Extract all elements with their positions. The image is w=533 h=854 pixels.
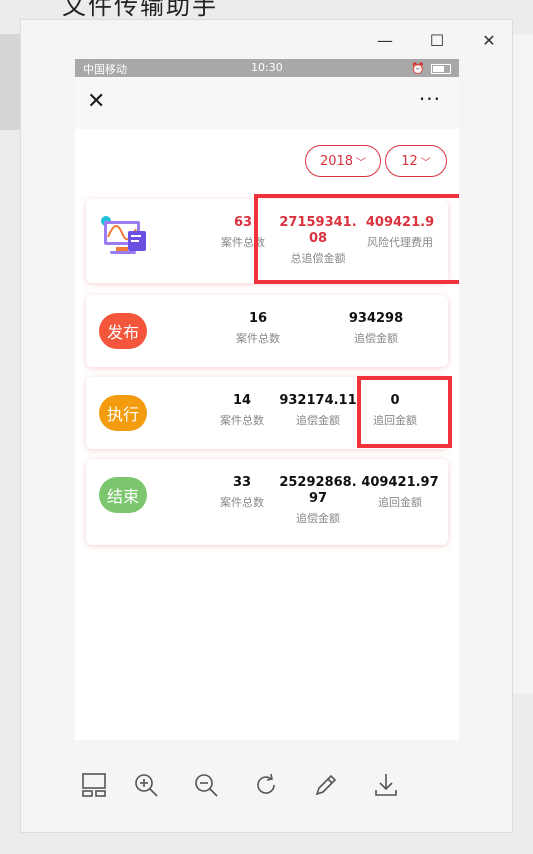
- finished-amount: 25292868.97 追偿金额: [278, 475, 358, 526]
- finished-badge: 结束: [99, 477, 147, 513]
- status-icons: ⏰: [411, 62, 451, 75]
- published-badge: 发布: [99, 313, 147, 349]
- finished-recovered-value: 409421.97: [361, 475, 439, 490]
- finished-amount-value: 25292868.97: [279, 475, 357, 506]
- finished-cases-label: 案件总数: [220, 496, 264, 509]
- executing-cases-value: 14: [232, 393, 252, 408]
- image-viewer-window: — ☐ ✕ 中国移动 10:30 ⏰ ✕ ··· 2018 ﹀ 12 ﹀ 63 …: [20, 19, 513, 833]
- nav-bar: ✕ ···: [75, 77, 459, 129]
- finished-cases: 33 案件总数: [216, 475, 268, 510]
- finished-cases-value: 33: [232, 475, 252, 490]
- executing-cases-label: 案件总数: [220, 414, 264, 427]
- edit-icon[interactable]: [311, 770, 341, 800]
- published-cases-value: 16: [248, 311, 268, 326]
- executing-amount-label: 追偿金额: [296, 414, 340, 427]
- background-window-title: 文件传输助手: [62, 0, 218, 20]
- background-sidebar: [0, 34, 20, 130]
- minimize-button[interactable]: —: [373, 28, 397, 52]
- close-button[interactable]: ✕: [477, 28, 501, 52]
- rotate-icon[interactable]: [251, 770, 281, 800]
- viewer-toolbar: [75, 760, 459, 810]
- published-amount: 934298 追偿金额: [340, 311, 412, 346]
- finished-amount-label: 追偿金额: [296, 512, 340, 525]
- chevron-down-icon: ﹀: [420, 157, 431, 169]
- finished-card[interactable]: 结束 33 案件总数 25292868.97 追偿金额 409421.97 追回…: [86, 459, 448, 545]
- month-select[interactable]: 12 ﹀: [385, 145, 447, 177]
- highlight-box-summary: [254, 194, 459, 284]
- close-icon[interactable]: ✕: [87, 89, 105, 114]
- published-cases: 16 案件总数: [226, 311, 290, 346]
- maximize-button[interactable]: ☐: [425, 28, 449, 52]
- month-value: 12: [401, 153, 418, 169]
- highlight-box-recovered: [357, 376, 452, 448]
- finished-recovered-label: 追回金额: [378, 496, 422, 509]
- year-select[interactable]: 2018 ﹀: [305, 145, 381, 177]
- zoom-in-icon[interactable]: [131, 770, 161, 800]
- alarm-icon: ⏰: [411, 62, 425, 75]
- status-bar: 中国移动 10:30 ⏰: [75, 59, 459, 77]
- monitor-chart-icon: [101, 216, 146, 254]
- chevron-down-icon: ﹀: [356, 157, 367, 169]
- layout-icon[interactable]: [79, 770, 109, 800]
- published-cases-label: 案件总数: [236, 332, 280, 345]
- executing-amount-value: 932174.11: [279, 393, 357, 408]
- executing-amount: 932174.11 追偿金额: [278, 393, 358, 428]
- phone-screenshot: 中国移动 10:30 ⏰ ✕ ··· 2018 ﹀ 12 ﹀ 63 案件总数 2…: [75, 59, 459, 740]
- executing-badge: 执行: [99, 395, 147, 431]
- status-time: 10:30: [251, 61, 283, 74]
- zoom-out-icon[interactable]: [191, 770, 221, 800]
- executing-cases: 14 案件总数: [216, 393, 268, 428]
- carrier-label: 中国移动: [83, 63, 127, 76]
- background-panel: [512, 34, 533, 694]
- published-amount-value: 934298: [348, 311, 404, 326]
- published-amount-label: 追偿金额: [354, 332, 398, 345]
- published-card[interactable]: 发布 16 案件总数 934298 追偿金额: [86, 295, 448, 367]
- battery-icon: [431, 63, 451, 74]
- finished-recovered: 409421.97 追回金额: [358, 475, 442, 510]
- year-value: 2018: [319, 153, 354, 169]
- more-icon[interactable]: ···: [419, 87, 441, 111]
- download-icon[interactable]: [371, 770, 401, 800]
